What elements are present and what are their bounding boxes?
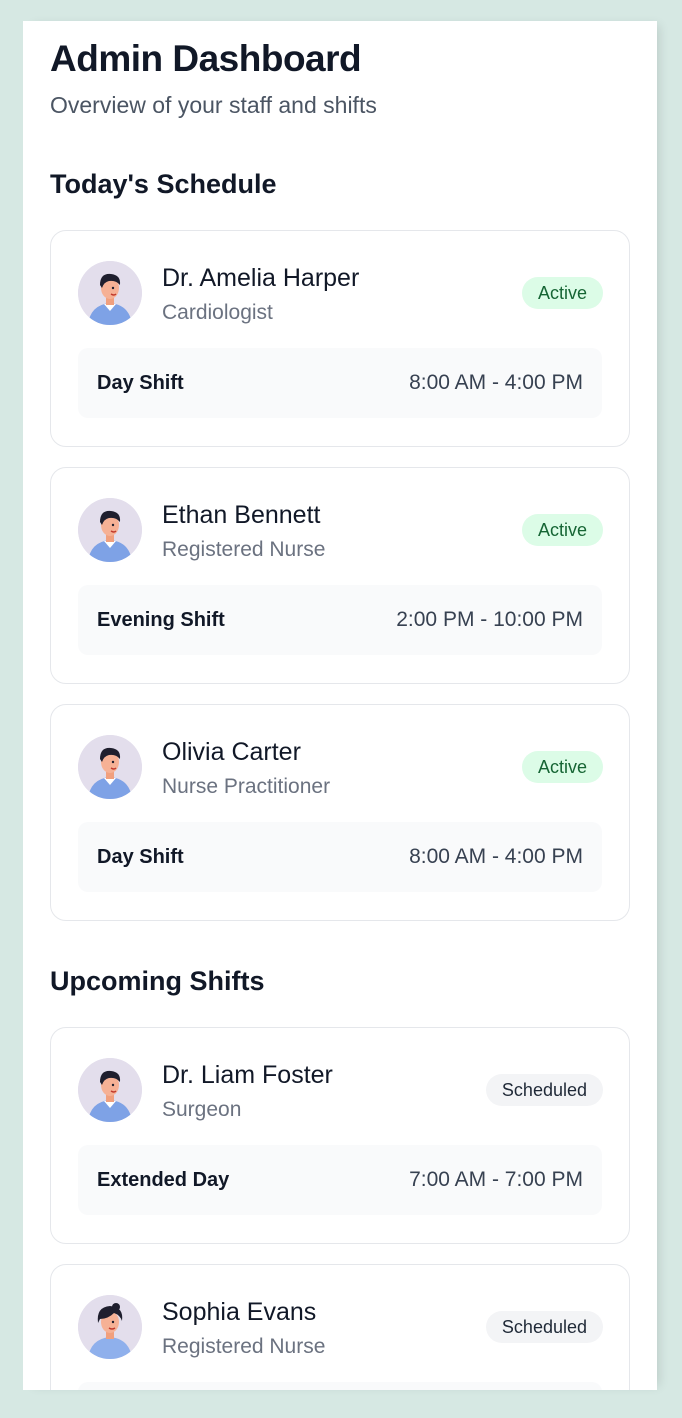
staff-card[interactable]: Olivia Carter Nurse Practitioner Active … <box>50 704 630 921</box>
status-badge: Active <box>521 751 603 783</box>
shift-info: Day Shift 8:00 AM - 4:00 PM <box>78 822 602 892</box>
staff-role: Nurse Practitioner <box>162 775 331 798</box>
today-schedule-list: Dr. Amelia Harper Cardiologist Active Da… <box>50 230 630 921</box>
staff-card[interactable]: Dr. Liam Foster Surgeon Scheduled Extend… <box>50 1027 630 1244</box>
shift-info <box>78 1382 602 1390</box>
shift-time: 8:00 AM - 4:00 PM <box>409 371 583 394</box>
upcoming-shifts-list: Dr. Liam Foster Surgeon Scheduled Extend… <box>50 1027 630 1390</box>
status-badge: Scheduled <box>485 1074 603 1106</box>
staff-card[interactable]: Sophia Evans Registered Nurse Scheduled <box>50 1264 630 1390</box>
staff-role: Registered Nurse <box>162 1335 326 1358</box>
shift-time: 7:00 AM - 7:00 PM <box>409 1168 583 1191</box>
shift-time: 8:00 AM - 4:00 PM <box>409 845 583 868</box>
staff-role: Surgeon <box>162 1098 242 1121</box>
avatar-male-icon <box>78 261 142 325</box>
page-title: Admin Dashboard <box>50 38 362 79</box>
shift-info: Evening Shift 2:00 PM - 10:00 PM <box>78 585 602 655</box>
staff-card[interactable]: Ethan Bennett Registered Nurse Active Ev… <box>50 467 630 684</box>
status-badge: Active <box>521 277 603 309</box>
shift-name: Extended Day <box>97 1169 230 1191</box>
staff-role: Cardiologist <box>162 301 273 324</box>
dashboard-content: Admin Dashboard Overview of your staff a… <box>50 38 630 1390</box>
staff-card[interactable]: Dr. Amelia Harper Cardiologist Active Da… <box>50 230 630 447</box>
staff-name: Olivia Carter <box>162 738 301 766</box>
shift-info: Day Shift 8:00 AM - 4:00 PM <box>78 348 602 418</box>
avatar-male-icon <box>78 1058 142 1122</box>
avatar-male-icon <box>78 498 142 562</box>
staff-name: Sophia Evans <box>162 1298 317 1326</box>
section-title-today: Today's Schedule <box>50 169 277 199</box>
staff-role: Registered Nurse <box>162 538 326 561</box>
status-badge: Active <box>521 514 603 546</box>
page-subtitle: Overview of your staff and shifts <box>50 92 377 118</box>
dashboard-panel: Admin Dashboard Overview of your staff a… <box>23 21 657 1390</box>
section-title-upcoming: Upcoming Shifts <box>50 966 265 996</box>
staff-name: Dr. Liam Foster <box>162 1061 333 1089</box>
shift-name: Day Shift <box>97 372 184 394</box>
shift-name: Day Shift <box>97 846 184 868</box>
shift-info: Extended Day 7:00 AM - 7:00 PM <box>78 1145 602 1215</box>
staff-name: Ethan Bennett <box>162 501 321 529</box>
avatar-female-icon <box>78 1295 142 1359</box>
staff-name: Dr. Amelia Harper <box>162 264 360 292</box>
avatar-male-icon <box>78 735 142 799</box>
shift-time: 2:00 PM - 10:00 PM <box>396 608 583 631</box>
status-badge: Scheduled <box>485 1311 603 1343</box>
shift-name: Evening Shift <box>97 609 225 631</box>
